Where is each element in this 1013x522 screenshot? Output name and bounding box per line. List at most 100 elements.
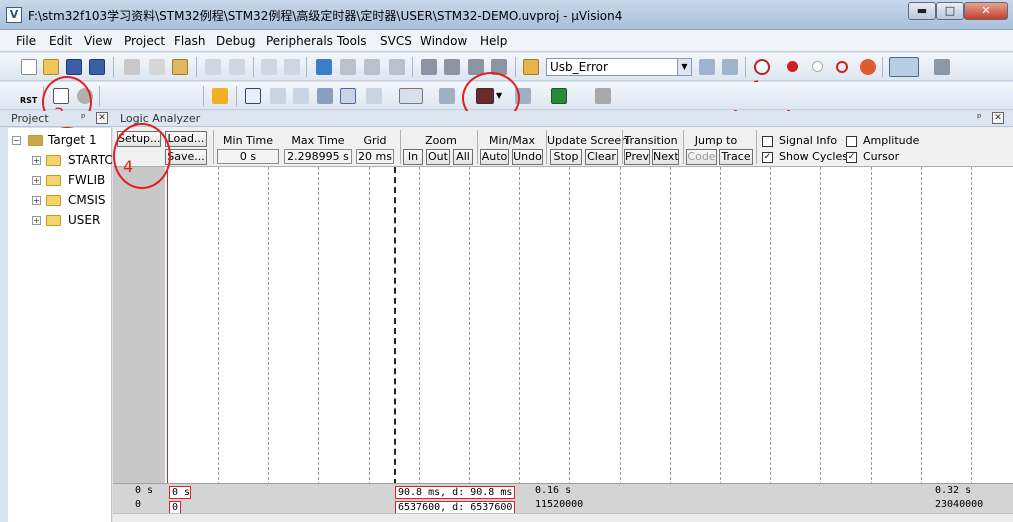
expand-icon[interactable]: + (32, 216, 41, 225)
minimize-button[interactable]: ▬ (908, 2, 936, 20)
step-out-icon[interactable] (158, 88, 174, 104)
collapse-icon[interactable]: − (12, 136, 21, 145)
menu-view[interactable]: View (84, 34, 112, 48)
nav-back-icon[interactable] (261, 59, 277, 75)
transition-prev-button[interactable]: Prev (624, 149, 650, 165)
close-icon[interactable]: ✕ (96, 112, 108, 124)
jump-trace-button[interactable]: Trace (719, 149, 753, 165)
menu-tools[interactable]: Tools (337, 34, 367, 48)
toolbox-icon[interactable] (595, 88, 611, 104)
window-layout-icon[interactable] (889, 57, 919, 77)
cursor-checkbox[interactable]: ✓ (846, 152, 857, 163)
serial-window-icon[interactable] (439, 88, 455, 104)
menu-debug[interactable]: Debug (216, 34, 255, 48)
copy-icon[interactable] (149, 59, 165, 75)
amplitude-checkbox[interactable] (846, 136, 857, 147)
target-select[interactable]: Usb_Error ▼ (546, 58, 692, 76)
menu-svcs[interactable]: SVCS (380, 34, 412, 48)
call-stack-window-icon[interactable] (340, 88, 356, 104)
open-file-icon[interactable] (43, 59, 59, 75)
insert-breakpoint-icon[interactable] (787, 61, 798, 72)
folder-icon (46, 215, 61, 226)
save-all-icon[interactable] (89, 59, 105, 75)
disassembly-window-icon[interactable] (270, 88, 286, 104)
menu-help[interactable]: Help (480, 34, 507, 48)
pin-icon[interactable]: ᵖ (977, 111, 982, 124)
step-over-icon[interactable] (134, 88, 150, 104)
cut-icon[interactable] (124, 59, 140, 75)
chevron-down-icon[interactable]: ▼ (677, 59, 691, 75)
system-viewer-icon[interactable] (551, 88, 567, 104)
bookmark-icon[interactable] (316, 59, 332, 75)
watch-window-icon[interactable] (366, 88, 382, 104)
show-next-statement-icon[interactable] (212, 88, 228, 104)
command-window-icon[interactable] (245, 88, 261, 104)
horizontal-scrollbar[interactable] (113, 513, 1013, 522)
undo-icon[interactable] (205, 59, 221, 75)
grid-line (519, 167, 520, 485)
unindent-icon[interactable] (444, 59, 460, 75)
menu-project[interactable]: Project (124, 34, 165, 48)
update-clear-button[interactable]: Clear (585, 149, 618, 165)
find-icon[interactable] (699, 59, 715, 75)
symbols-window-icon[interactable] (293, 88, 309, 104)
zoom-all-button[interactable]: All (453, 149, 473, 165)
prev-bookmark-icon[interactable] (340, 59, 356, 75)
grid-line (971, 167, 972, 485)
clear-bookmarks-icon[interactable] (389, 59, 405, 75)
menu-file[interactable]: File (16, 34, 36, 48)
incremental-find-icon[interactable] (722, 59, 738, 75)
expand-icon[interactable]: + (32, 156, 41, 165)
minmax-undo-button[interactable]: Undo (512, 149, 543, 165)
configure-icon[interactable] (934, 59, 950, 75)
step-into-icon[interactable] (110, 88, 126, 104)
zoom-out-button[interactable]: Out (426, 149, 450, 165)
signal-info-checkbox[interactable] (762, 136, 773, 147)
next-bookmark-icon[interactable] (364, 59, 380, 75)
tree-group-label: USER (68, 213, 101, 227)
save-button[interactable]: Save... (165, 149, 207, 165)
transition-label: Transition (624, 134, 678, 147)
run-to-cursor-icon[interactable] (182, 88, 198, 104)
disable-breakpoints-icon[interactable] (836, 61, 848, 73)
enable-breakpoint-icon[interactable] (812, 61, 823, 72)
expand-icon[interactable]: + (32, 196, 41, 205)
reset-cpu-icon[interactable]: RST (20, 88, 38, 105)
menu-window[interactable]: Window (420, 34, 467, 48)
memory-window-icon[interactable] (399, 88, 423, 104)
save-icon[interactable] (66, 59, 82, 75)
close-button[interactable]: ✕ (964, 2, 1008, 20)
load-button[interactable]: Load... (165, 131, 207, 147)
minmax-auto-button[interactable]: Auto (480, 149, 509, 165)
nav-forward-icon[interactable] (284, 59, 300, 75)
pin-icon[interactable]: ᵖ (81, 111, 86, 124)
update-stop-button[interactable]: Stop (550, 149, 582, 165)
find-in-files-icon[interactable] (523, 59, 539, 75)
expand-icon[interactable]: + (32, 176, 41, 185)
menu-edit[interactable]: Edit (49, 34, 72, 48)
toolbar-separator (236, 86, 237, 106)
min-time-label: Min Time (223, 134, 273, 147)
redo-icon[interactable] (229, 59, 245, 75)
toolbar-separator (253, 57, 254, 77)
uvision-app-icon[interactable]: V (6, 7, 22, 23)
close-icon[interactable]: ✕ (992, 112, 1004, 124)
start-debug-session-icon[interactable] (754, 59, 770, 75)
jump-code-button[interactable]: Code (686, 149, 717, 165)
menu-peripherals[interactable]: Peripherals (266, 34, 333, 48)
waveform-area[interactable] (165, 167, 1013, 485)
zoom-in-button[interactable]: In (403, 149, 423, 165)
zoom-label: Zoom (425, 134, 457, 147)
maximize-button[interactable]: □ (936, 2, 964, 20)
indent-icon[interactable] (421, 59, 437, 75)
menu-flash[interactable]: Flash (174, 34, 205, 48)
registers-window-icon[interactable] (317, 88, 333, 104)
transition-next-button[interactable]: Next (652, 149, 679, 165)
paste-icon[interactable] (172, 59, 188, 75)
show-cycles-checkbox[interactable]: ✓ (762, 152, 773, 163)
new-file-icon[interactable] (21, 59, 37, 75)
cursor-line[interactable] (394, 167, 396, 485)
kill-breakpoints-icon[interactable] (860, 59, 876, 75)
signal-list[interactable] (113, 167, 165, 485)
toolbar-separator (515, 57, 516, 77)
